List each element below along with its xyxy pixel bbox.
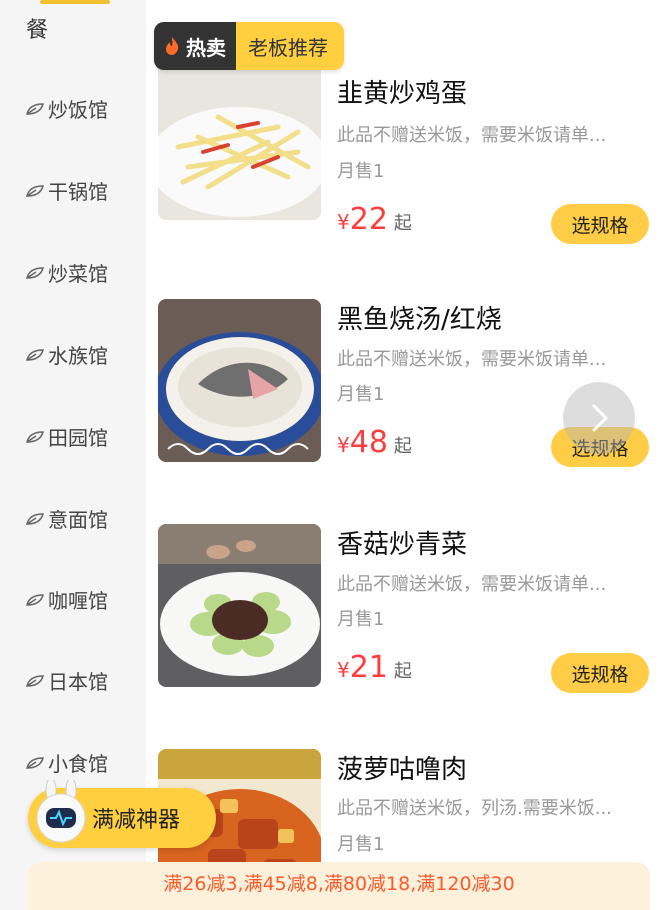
monthly-sales: 月售1 (337, 161, 385, 182)
monthly-sales: 月售1 (337, 384, 385, 405)
chevron-right-icon (592, 404, 608, 432)
sidebar-item-pasta[interactable]: 意面馆 (26, 504, 108, 533)
leaf-icon (26, 593, 44, 606)
next-arrow-button[interactable] (563, 382, 635, 454)
robot-mascot-icon (36, 780, 86, 843)
product-name: 黑鱼烧汤/红烧 (337, 305, 502, 335)
category-sidebar: 餐 炒饭馆 干锅馆 炒菜馆 水族馆 田园馆 意面馆 咖喱馆 日本馆 小食馆 (0, 0, 146, 910)
sidebar-item-label: 日本馆 (48, 670, 108, 694)
sidebar-item-dry-pot[interactable]: 干锅馆 (26, 176, 108, 205)
price-value: 21 (349, 650, 388, 685)
leaf-icon (26, 756, 44, 769)
product-desc: 此品不赠送米饭，需要米饭请单... (337, 349, 607, 370)
flame-icon (166, 37, 179, 55)
leaf-icon (26, 674, 44, 687)
sidebar-item-label: 炒饭馆 (48, 98, 108, 122)
product-image (158, 57, 321, 220)
select-spec-button[interactable]: 选规格 (551, 204, 649, 244)
leaf-icon (26, 102, 44, 115)
product-image (158, 524, 321, 687)
product-image (158, 299, 321, 462)
sidebar-item-partial[interactable]: 餐 (26, 12, 48, 44)
price-suffix: 起 (393, 436, 412, 457)
sidebar-item-fried-rice[interactable]: 炒饭馆 (26, 94, 108, 123)
selected-indicator (40, 0, 110, 4)
product-desc: 此品不赠送米饭，列汤.需要米饭... (337, 798, 612, 819)
price-value: 48 (349, 425, 388, 460)
recommend-label: 老板推荐 (248, 35, 328, 60)
sidebar-item-label: 炒菜馆 (48, 262, 108, 286)
sidebar-item-label: 田园馆 (48, 426, 108, 450)
price-value: 22 (349, 202, 388, 237)
currency-symbol: ¥ (337, 433, 350, 457)
product-price: ¥22 起 (337, 202, 412, 237)
sidebar-item-label: 干锅馆 (48, 180, 108, 204)
leaf-icon (26, 348, 44, 361)
sidebar-item-label: 咖喱馆 (48, 589, 108, 613)
product-price: ¥48 起 (337, 425, 412, 460)
product-name: 韭黄炒鸡蛋 (337, 79, 468, 109)
discount-tool-label: 满减神器 (92, 808, 181, 833)
sidebar-item-label: 意面馆 (48, 508, 108, 532)
product-name: 香菇炒青菜 (337, 530, 468, 560)
hot-badge: 热卖 (154, 22, 236, 70)
sidebar-item-snacks[interactable]: 小食馆 (26, 748, 108, 777)
sidebar-item-label: 小食馆 (48, 752, 108, 776)
select-spec-button[interactable]: 选规格 (551, 653, 649, 693)
product-price: ¥21 起 (337, 650, 412, 685)
currency-symbol: ¥ (337, 658, 350, 682)
leaf-icon (26, 184, 44, 197)
sidebar-item-japanese[interactable]: 日本馆 (26, 666, 108, 695)
sidebar-item-garden[interactable]: 田园馆 (26, 422, 108, 451)
promo-bar: 满26减3,满45减8,满80减18,满120减30 (28, 862, 650, 910)
hot-label: 热卖 (186, 35, 226, 60)
currency-symbol: ¥ (337, 210, 350, 234)
hot-sale-banner: 热卖 老板推荐 (154, 22, 344, 70)
leaf-icon (26, 512, 44, 525)
leaf-icon (26, 430, 44, 443)
product-name: 菠萝咕噜肉 (337, 755, 468, 785)
monthly-sales: 月售1 (337, 609, 385, 630)
leaf-icon (26, 266, 44, 279)
sidebar-item-label: 水族馆 (48, 344, 108, 368)
sidebar-item-curry[interactable]: 咖喱馆 (26, 585, 108, 614)
product-card[interactable]: 香菇炒青菜 此品不赠送米饭，需要米饭请单... 月售1 ¥21 起 选规格 (158, 524, 658, 694)
product-desc: 此品不赠送米饭，需要米饭请单... (337, 125, 607, 146)
price-suffix: 起 (393, 213, 412, 234)
price-suffix: 起 (393, 661, 412, 682)
product-card[interactable]: 韭黄炒鸡蛋 此品不赠送米饭，需要米饭请单... 月售1 ¥22 起 选规格 (158, 57, 658, 244)
product-desc: 此品不赠送米饭，需要米饭请单... (337, 574, 607, 595)
discount-tool-button[interactable]: 满减神器 (28, 780, 216, 848)
sidebar-item-aquatic[interactable]: 水族馆 (26, 340, 108, 369)
monthly-sales: 月售1 (337, 834, 385, 855)
sidebar-item-stir-fry[interactable]: 炒菜馆 (26, 258, 108, 287)
